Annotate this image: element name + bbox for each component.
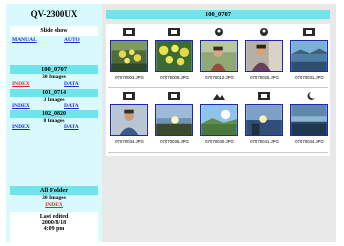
manual-link[interactable]: MANUAL — [12, 37, 37, 43]
file-name: 07070009.JPG — [160, 75, 189, 80]
thumbnail-cell[interactable]: 07070031.JPG — [288, 26, 331, 86]
folder-101-0714[interactable]: 101_0714 — [10, 89, 98, 97]
folder-102-0820-links: INDEX DATA — [6, 124, 102, 132]
folder-100-0707[interactable]: 100_0707 — [10, 65, 98, 74]
thumbnail-cell[interactable]: 07070025.JPG — [243, 26, 286, 86]
photo-thumbnail[interactable] — [245, 40, 283, 72]
folder-100-0707-links: INDEX DATA — [6, 81, 102, 89]
folder-102-0820-data-link[interactable]: DATA — [64, 124, 79, 130]
thumbnail-cell[interactable]: 07070040.JPG — [198, 90, 241, 150]
thumbnail-cell[interactable]: 07070041.JPG — [243, 90, 286, 150]
thumbnail-cell[interactable]: 07070034.JPG — [108, 90, 151, 150]
all-folder[interactable]: All Folder — [10, 186, 98, 195]
camera-icon — [123, 28, 135, 36]
night-icon — [307, 92, 315, 100]
file-name: 07070003.JPG — [115, 75, 144, 80]
folder-101-0714-index-link[interactable]: INDEX — [12, 103, 30, 109]
photo-thumbnail[interactable] — [290, 40, 328, 72]
photo-thumbnail[interactable] — [245, 104, 283, 136]
file-name: 07070025.JPG — [250, 75, 279, 80]
landscape-icon — [213, 94, 225, 100]
slide-show-links: MANUAL AUTO — [6, 37, 102, 45]
file-name: 07070044.JPG — [295, 139, 324, 144]
thumbnail-cell[interactable]: 07070012.JPG — [198, 26, 241, 86]
photo-thumbnail[interactable] — [200, 40, 238, 72]
row-divider — [108, 152, 328, 153]
thumbnail-cell[interactable]: 07070009.JPG — [153, 26, 196, 86]
auto-link[interactable]: AUTO — [64, 37, 80, 43]
folder-100-0707-index-link[interactable]: INDEX — [12, 81, 30, 87]
camera-icon — [258, 92, 270, 100]
photo-thumbnail[interactable] — [155, 104, 193, 136]
camera-icon — [168, 92, 180, 100]
thumbnail-grid: 07070003.JPG 07070009.JPG 07070012.JPG 0… — [106, 24, 330, 156]
file-name: 07070035.JPG — [160, 139, 189, 144]
folder-102-0820-index-link[interactable]: INDEX — [12, 124, 30, 130]
folder-title: 100_0707 — [106, 10, 330, 19]
photo-thumbnail[interactable] — [290, 104, 328, 136]
folder-102-0820[interactable]: 102_0820 — [10, 110, 98, 118]
portrait-icon — [215, 28, 223, 36]
camera-icon — [123, 92, 135, 100]
camera-icon — [303, 28, 315, 36]
file-name: 07070041.JPG — [250, 139, 279, 144]
thumbnail-cell[interactable]: 07070044.JPG — [288, 90, 331, 150]
last-edited-box: Last edited 2000/8/18 4:09 pm — [10, 212, 98, 242]
app-title: QV-2300UX — [30, 9, 78, 19]
sidebar: QV-2300UX Slide show MANUAL AUTO 100_070… — [6, 4, 102, 242]
app-frame: QV-2300UX Slide show MANUAL AUTO 100_070… — [6, 4, 336, 242]
folder-100-0707-count: 30 Images — [42, 74, 66, 80]
all-folder-count: 30 Images — [42, 195, 66, 201]
row-divider — [108, 87, 328, 88]
file-name: 07070031.JPG — [295, 75, 324, 80]
photo-thumbnail[interactable] — [110, 104, 148, 136]
photo-thumbnail[interactable] — [200, 104, 238, 136]
all-folder-index-wrap: INDEX — [6, 202, 102, 208]
thumbnail-cell[interactable]: 07070035.JPG — [153, 90, 196, 150]
folder-101-0714-data-link[interactable]: DATA — [64, 103, 79, 109]
photo-thumbnail[interactable] — [155, 40, 193, 72]
main-panel: 100_0707 07070003.JPG 07070009.JPG 07070… — [102, 4, 336, 242]
folder-100-0707-data-link[interactable]: DATA — [64, 81, 79, 87]
file-name: 07070034.JPG — [115, 139, 144, 144]
photo-thumbnail[interactable] — [110, 40, 148, 72]
file-name: 07070012.JPG — [205, 75, 234, 80]
camera-icon — [168, 28, 180, 36]
all-folder-index-link[interactable]: INDEX — [45, 202, 63, 208]
slide-show-label: Slide show — [10, 26, 98, 36]
portrait-icon — [260, 28, 268, 36]
thumbnail-cell[interactable]: 07070003.JPG — [108, 26, 151, 86]
last-edited-time: 4:09 pm — [43, 226, 65, 232]
file-name: 07070040.JPG — [205, 139, 234, 144]
